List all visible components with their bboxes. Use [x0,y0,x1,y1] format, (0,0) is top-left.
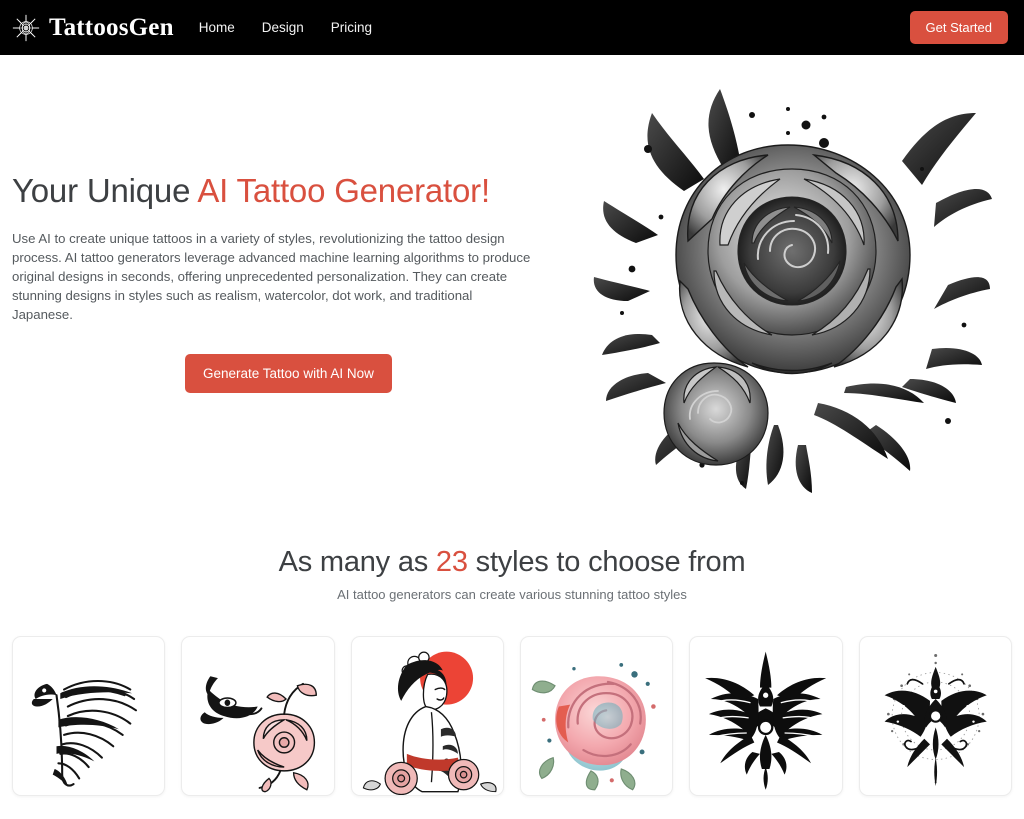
styles-title-after: styles to choose from [467,546,746,578]
hero-cta-wrap: Generate Tattoo with AI Now [12,354,572,394]
styles-title-before: As many as [278,546,436,578]
get-started-button[interactable]: Get Started [909,11,1008,44]
eagle-with-pink-rose-tattoo [200,676,318,793]
main-nav: Home Design Pricing [199,20,372,35]
brand-logo[interactable]: TattoosGen [12,14,174,42]
phoenix-wing-tattoo [31,680,137,787]
geisha-with-red-sun-tattoo [362,651,497,795]
hero-artwork [572,55,1012,510]
hero-section: Your Unique AI Tattoo Generator! Use AI … [0,55,1024,510]
nav-item-home[interactable]: Home [199,20,235,35]
brand-name: TattoosGen [49,14,174,41]
page-title: Your Unique AI Tattoo Generator! [12,172,572,210]
styles-section-title: As many as 23 styles to choose from [0,546,1024,579]
style-card-geisha-red-sun[interactable] [350,636,504,796]
mandala-starburst-icon [12,14,40,42]
hero-description: Use AI to create unique tattoos in a var… [12,231,531,323]
hero-title-plain: Your Unique [12,171,198,209]
watercolor-rose-tattoo [531,663,656,791]
styles-count: 23 [435,546,468,578]
site-header: TattoosGen Home Design Pricing Get Start… [0,0,1024,55]
black-grey-realism-rose-tattoo [593,88,992,493]
tribal-winged-ornament-tattoo [705,651,827,790]
style-card-watercolor-rose[interactable] [519,636,674,796]
style-card-eagle-rose[interactable] [181,636,335,796]
styles-gallery [0,602,1024,796]
style-card-phoenix-wing[interactable] [12,636,166,796]
nav-item-pricing[interactable]: Pricing [331,20,372,35]
ornamental-mandala-butterfly-tattoo [884,653,987,786]
generate-tattoo-button[interactable]: Generate Tattoo with AI Now [185,354,392,394]
styles-section: As many as 23 styles to choose from AI t… [0,510,1024,796]
style-card-ornamental-mandala-butterfly[interactable] [858,636,1012,796]
hero-title-accent: AI Tattoo Generator! [197,171,490,209]
styles-section-subtitle: AI tattoo generators can create various … [337,587,687,602]
style-card-tribal-winged-ornament[interactable] [689,636,843,796]
hero-copy: Your Unique AI Tattoo Generator! Use AI … [12,172,572,394]
nav-item-design[interactable]: Design [262,20,304,35]
